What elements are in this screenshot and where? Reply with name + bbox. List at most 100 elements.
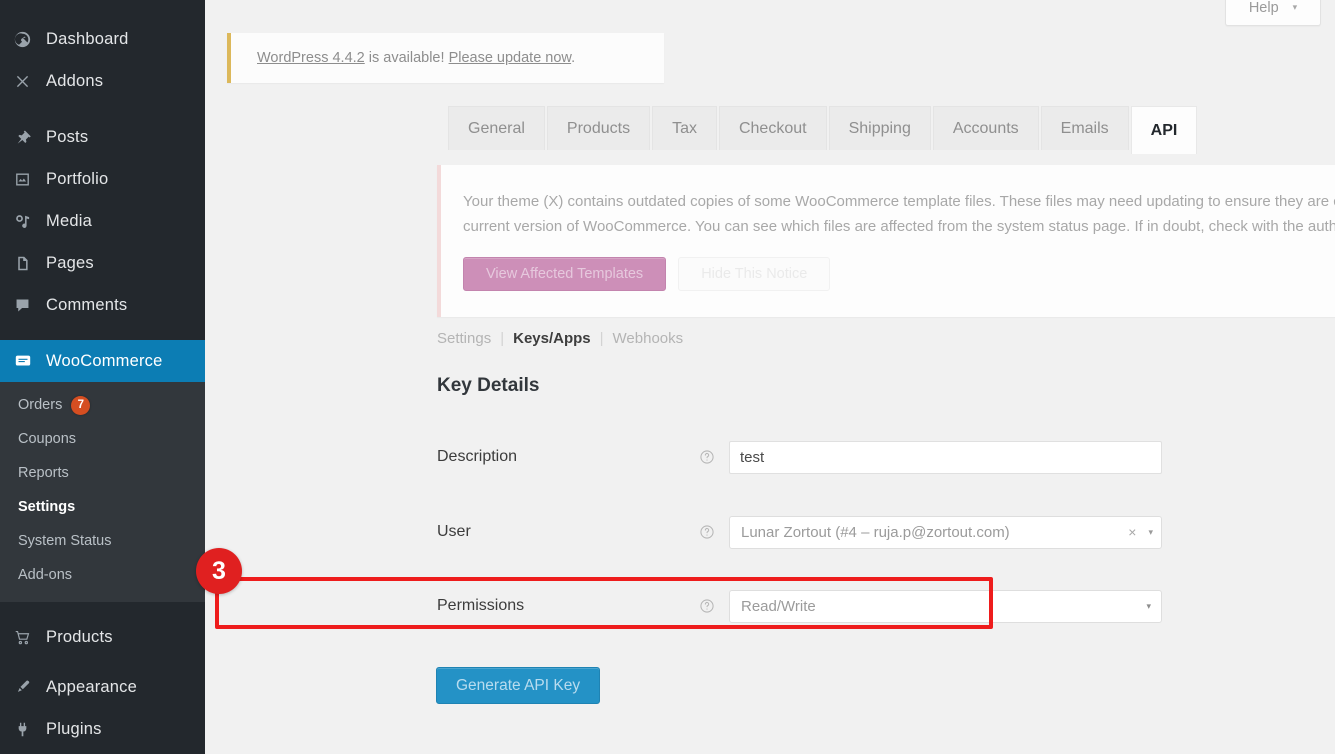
sidebar-item-label: Plugins: [46, 720, 102, 739]
tab-api[interactable]: API: [1131, 106, 1198, 154]
tab-shipping[interactable]: Shipping: [829, 106, 931, 150]
annotation-step-badge: 3: [196, 548, 242, 594]
tab-products[interactable]: Products: [547, 106, 650, 150]
submenu-item-reports[interactable]: Reports: [0, 456, 205, 490]
sidebar-item-products[interactable]: Products: [0, 616, 205, 658]
admin-sidebar: Dashboard Addons Posts Portfol: [0, 0, 205, 754]
sidebar-item-pages[interactable]: Pages: [0, 242, 205, 284]
sidebar-item-comments[interactable]: Comments: [0, 284, 205, 326]
question-mark-icon[interactable]: [699, 524, 729, 540]
chevron-down-icon[interactable]: ▾: [1148, 527, 1153, 538]
form-row-permissions: Permissions Read/Write ▾: [437, 586, 1197, 626]
form-row-description: Description: [437, 437, 1197, 477]
update-notice-trailing: .: [571, 50, 575, 66]
question-mark-icon[interactable]: [699, 598, 729, 614]
sidebar-lower-group: Products Appearance Plugins: [0, 602, 205, 750]
page-title: Key Details: [437, 375, 539, 397]
update-now-link[interactable]: Please update now: [449, 50, 572, 66]
sidebar-item-label: Pages: [46, 254, 94, 273]
sidebar-content-group: Posts Portfolio Media Pages: [0, 116, 205, 326]
user-label: User: [437, 523, 699, 541]
update-notice-middle-text: is available!: [365, 50, 449, 66]
chevron-down-icon: ▾: [1293, 2, 1298, 13]
dashboard-icon: [14, 31, 42, 48]
sidebar-item-woocommerce[interactable]: WooCommerce: [0, 340, 205, 382]
user-select[interactable]: Lunar Zortout (#4 – ruja.p@zortout.com) …: [729, 516, 1162, 549]
permissions-label: Permissions: [437, 597, 699, 615]
chevron-down-icon: ▾: [1146, 601, 1151, 612]
sidebar-item-appearance[interactable]: Appearance: [0, 666, 205, 708]
question-mark-icon[interactable]: [699, 449, 729, 465]
sidebar-item-plugins[interactable]: Plugins: [0, 708, 205, 750]
submenu-item-label: Orders: [18, 397, 62, 413]
sidebar-item-portfolio[interactable]: Portfolio: [0, 158, 205, 200]
subnav-separator: |: [600, 330, 604, 347]
description-input[interactable]: [729, 441, 1162, 474]
help-button-label: Help: [1249, 0, 1279, 16]
subnav-item-keys-apps[interactable]: Keys/Apps: [513, 330, 591, 347]
submenu-item-orders[interactable]: Orders 7: [0, 388, 205, 422]
generate-api-key-button[interactable]: Generate API Key: [436, 667, 600, 704]
tab-accounts[interactable]: Accounts: [933, 106, 1039, 150]
tab-tax[interactable]: Tax: [652, 106, 717, 150]
view-affected-templates-button[interactable]: View Affected Templates: [463, 257, 666, 291]
pages-icon: [14, 255, 42, 272]
submenu-item-label: System Status: [18, 533, 111, 549]
close-icon[interactable]: ×: [1128, 524, 1136, 540]
submenu-item-label: Add-ons: [18, 567, 72, 583]
media-icon: [14, 213, 42, 230]
pin-icon: [14, 129, 42, 146]
sidebar-item-label: Addons: [46, 72, 103, 91]
addons-x-icon: [14, 73, 42, 90]
user-select-value: Lunar Zortout (#4 – ruja.p@zortout.com): [741, 524, 1128, 541]
sidebar-item-label: Posts: [46, 128, 88, 147]
sidebar-item-media[interactable]: Media: [0, 200, 205, 242]
submenu-item-label: Coupons: [18, 431, 76, 447]
comments-icon: [14, 297, 42, 314]
sidebar-item-label: Products: [46, 628, 113, 647]
portfolio-icon: [14, 171, 42, 188]
permissions-select-value: Read/Write: [741, 598, 1146, 615]
main-content: Help ▾ WordPress 4.4.2 is available! Ple…: [205, 0, 1335, 754]
settings-tabs: General Products Tax Checkout Shipping A…: [448, 106, 1199, 150]
submenu-item-add-ons[interactable]: Add-ons: [0, 558, 205, 592]
sidebar-divider: [0, 102, 205, 116]
sidebar-item-label: Dashboard: [46, 30, 129, 49]
submenu-item-system-status[interactable]: System Status: [0, 524, 205, 558]
permissions-select[interactable]: Read/Write ▾: [729, 590, 1162, 623]
subnav-item-settings[interactable]: Settings: [437, 330, 491, 347]
sidebar-item-label: WooCommerce: [46, 352, 163, 371]
orders-count-badge: 7: [71, 396, 90, 415]
sidebar-item-posts[interactable]: Posts: [0, 116, 205, 158]
sidebar-item-label: Comments: [46, 296, 127, 315]
hide-notice-button[interactable]: Hide This Notice: [678, 257, 830, 291]
submenu-item-settings[interactable]: Settings: [0, 490, 205, 524]
wordpress-update-notice: WordPress 4.4.2 is available! Please upd…: [227, 33, 664, 83]
subnav-item-webhooks[interactable]: Webhooks: [613, 330, 684, 347]
tab-emails[interactable]: Emails: [1041, 106, 1129, 150]
notice-text: Your theme (X) contains outdated copies …: [463, 189, 1335, 239]
form-row-user: User Lunar Zortout (#4 – ruja.p@zortout.…: [437, 512, 1197, 552]
wordpress-admin-screen: Dashboard Addons Posts Portfol: [0, 0, 1335, 754]
sidebar-item-label: Portfolio: [46, 170, 108, 189]
woocommerce-submenu: Orders 7 Coupons Reports Settings System…: [0, 382, 205, 602]
brush-icon: [14, 679, 42, 696]
submenu-item-label: Settings: [18, 499, 75, 515]
sidebar-item-dashboard[interactable]: Dashboard: [0, 18, 205, 60]
tab-checkout[interactable]: Checkout: [719, 106, 827, 150]
woocommerce-icon: [14, 352, 42, 370]
sidebar-item-addons[interactable]: Addons: [0, 60, 205, 102]
api-subnav: Settings | Keys/Apps | Webhooks: [437, 330, 683, 347]
cart-icon: [14, 629, 42, 646]
sidebar-item-label: Appearance: [46, 678, 137, 697]
wordpress-version-link[interactable]: WordPress 4.4.2: [257, 50, 365, 66]
plug-icon: [14, 721, 42, 738]
submenu-item-label: Reports: [18, 465, 69, 481]
description-label: Description: [437, 448, 699, 466]
subnav-separator: |: [500, 330, 504, 347]
submenu-item-coupons[interactable]: Coupons: [0, 422, 205, 456]
notice-actions: View Affected Templates Hide This Notice: [463, 257, 1335, 291]
help-button[interactable]: Help ▾: [1225, 0, 1321, 26]
tab-general[interactable]: General: [448, 106, 545, 150]
outdated-templates-notice: Your theme (X) contains outdated copies …: [437, 165, 1335, 317]
